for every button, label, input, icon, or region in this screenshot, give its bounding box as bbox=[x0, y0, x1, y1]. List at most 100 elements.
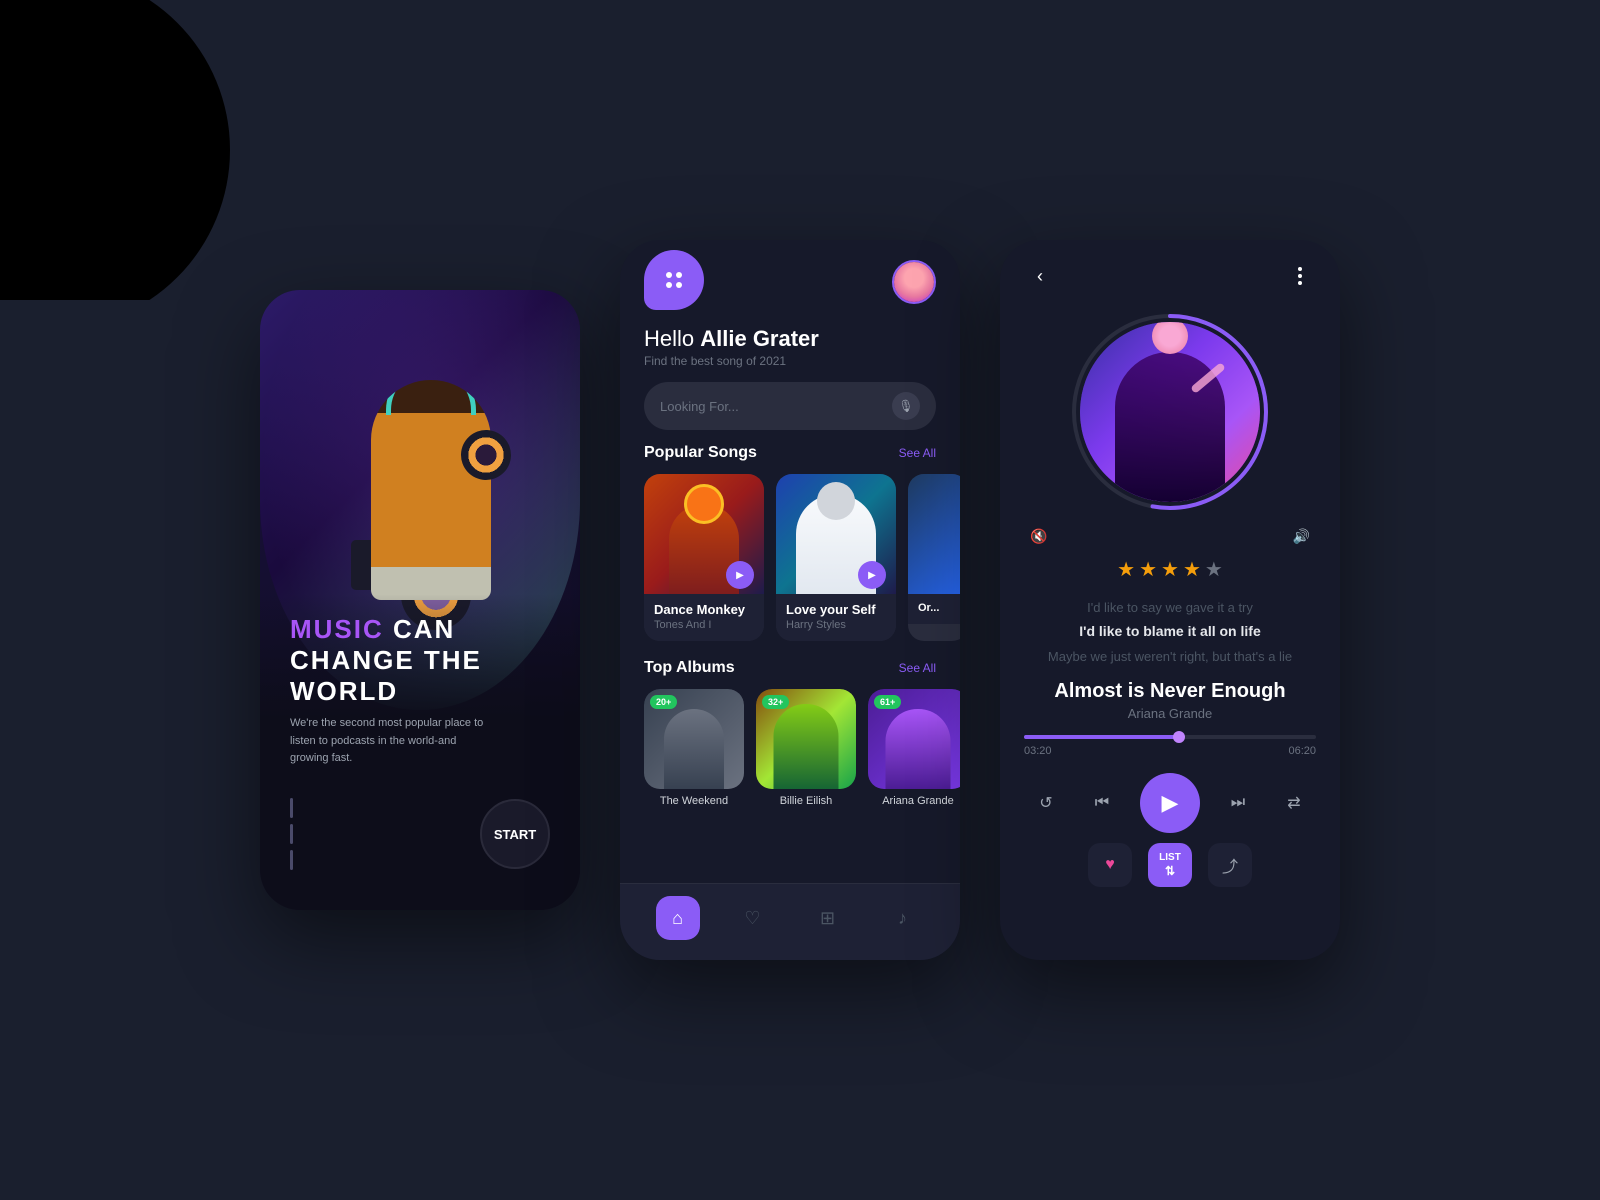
song-card-info-2: Love your Self Harry Styles bbox=[776, 594, 896, 641]
dot-2 bbox=[290, 824, 293, 844]
more-dot-2 bbox=[1298, 274, 1302, 278]
album-card-3[interactable]: 61+ Ariana Grande bbox=[868, 689, 960, 807]
logo-dot-2 bbox=[676, 272, 682, 278]
greeting-text: Hello Allie Grater bbox=[644, 326, 936, 352]
volume-controls: 🔇 🔊 bbox=[1000, 528, 1340, 545]
screen2: Hello Allie Grater Find the best song of… bbox=[620, 240, 960, 960]
greeting-prefix: Hello bbox=[644, 326, 700, 351]
pagination-dots bbox=[290, 798, 293, 870]
star-2: ★ bbox=[1139, 557, 1157, 582]
mic-icon[interactable]: 🎙 bbox=[892, 392, 920, 420]
popular-songs-header: Popular Songs See All bbox=[620, 444, 960, 462]
popular-songs-title: Popular Songs bbox=[644, 444, 757, 462]
user-avatar[interactable] bbox=[892, 260, 936, 304]
list-arrows-icon: ⇅ bbox=[1165, 864, 1175, 878]
album-img-1: 20+ bbox=[644, 689, 744, 789]
album-name-2: Billie Eilish bbox=[756, 795, 856, 807]
bottom-navigation: ⌂ ♡ ⊞ ♪ bbox=[620, 883, 960, 960]
user-name: Allie Grater bbox=[700, 326, 819, 351]
top-albums-header: Top Albums See All bbox=[620, 659, 960, 677]
screen1-content: MUSIC CAN CHANGE THE WORLD We're the sec… bbox=[260, 594, 580, 910]
album-card-2[interactable]: 32+ Billie Eilish bbox=[756, 689, 856, 807]
song-card-2[interactable]: ▶ Love your Self Harry Styles bbox=[776, 474, 896, 641]
album-img-3: 61+ bbox=[868, 689, 960, 789]
time-row: 03:20 06:20 bbox=[1000, 745, 1340, 757]
more-dot-1 bbox=[1298, 267, 1302, 271]
song-card-info-3: Or... bbox=[908, 594, 960, 624]
album-img-2: 32+ bbox=[756, 689, 856, 789]
next-button[interactable]: ⏭ bbox=[1220, 785, 1256, 821]
list-button[interactable]: LIST ⇅ bbox=[1148, 843, 1192, 887]
star-3: ★ bbox=[1161, 557, 1179, 582]
play-button-song-2[interactable]: ▶ bbox=[858, 561, 886, 589]
screen1-tagline: MUSIC CAN CHANGE THE WORLD bbox=[290, 614, 550, 707]
popular-songs-see-all[interactable]: See All bbox=[899, 446, 936, 460]
screen2-header bbox=[620, 240, 960, 310]
list-label: LIST bbox=[1159, 852, 1181, 863]
song-card-3[interactable]: Or... bbox=[908, 474, 960, 641]
shuffle-button[interactable]: ⇄ bbox=[1276, 785, 1312, 821]
top-albums-title: Top Albums bbox=[644, 659, 735, 677]
play-button-song-1[interactable]: ▶ bbox=[726, 561, 754, 589]
star-1: ★ bbox=[1117, 557, 1135, 582]
nav-favorites[interactable]: ♡ bbox=[731, 896, 775, 940]
avatar-image bbox=[894, 262, 934, 302]
track-info: Almost is Never Enough Ariana Grande bbox=[1000, 680, 1340, 721]
repeat-button[interactable]: ↺ bbox=[1028, 785, 1064, 821]
top-albums-see-all[interactable]: See All bbox=[899, 661, 936, 675]
more-options-button[interactable] bbox=[1284, 260, 1316, 292]
search-bar[interactable]: Looking For... 🎙 bbox=[644, 382, 936, 430]
lyric-line-2: I'd like to blame it all on life bbox=[1030, 619, 1310, 644]
progress-bar-container[interactable] bbox=[1000, 735, 1340, 739]
song-artist-2: Harry Styles bbox=[786, 619, 886, 631]
star-5: ★ bbox=[1205, 557, 1223, 582]
screen1-bottom: START bbox=[290, 798, 550, 870]
favorite-button[interactable]: ♥ bbox=[1088, 843, 1132, 887]
album-art bbox=[1080, 322, 1260, 502]
nav-home[interactable]: ⌂ bbox=[656, 896, 700, 940]
artist-image bbox=[1080, 322, 1260, 502]
album-badge-1: 20+ bbox=[650, 695, 677, 709]
dj-figure bbox=[321, 320, 541, 640]
album-badge-2: 32+ bbox=[762, 695, 789, 709]
prev-button[interactable]: ⏮ bbox=[1084, 785, 1120, 821]
songs-scroll: ▶ Dance Monkey Tones And I ▶ Love your S… bbox=[620, 474, 960, 641]
song-name-3: Or... bbox=[918, 602, 958, 614]
back-button[interactable]: ‹ bbox=[1024, 260, 1056, 292]
dot-1 bbox=[290, 798, 293, 818]
album-badge-3: 61+ bbox=[874, 695, 901, 709]
volume-off-icon[interactable]: 🔇 bbox=[1030, 528, 1047, 545]
album-name-3: Ariana Grande bbox=[868, 795, 960, 807]
progress-handle[interactable] bbox=[1173, 731, 1185, 743]
dot-3 bbox=[290, 850, 293, 870]
lyrics-display: I'd like to say we gave it a try I'd lik… bbox=[1000, 596, 1340, 668]
rating-stars: ★ ★ ★ ★ ★ bbox=[1000, 557, 1340, 582]
start-button[interactable]: START bbox=[480, 799, 550, 869]
app-logo bbox=[644, 250, 704, 310]
play-pause-button[interactable]: ▶ bbox=[1140, 773, 1200, 833]
logo-dot-3 bbox=[666, 282, 672, 288]
volume-on-icon[interactable]: 🔊 bbox=[1293, 528, 1310, 545]
nav-music[interactable]: ♪ bbox=[881, 896, 925, 940]
screen1-highlight: MUSIC bbox=[290, 614, 384, 644]
screen3-header: ‹ bbox=[1000, 240, 1340, 312]
main-controls: ↺ ⏮ ▶ ⏭ ⇄ bbox=[1000, 773, 1340, 833]
screen1: MUSIC CAN CHANGE THE WORLD We're the sec… bbox=[260, 290, 580, 910]
album-art-ring bbox=[1070, 312, 1270, 512]
screens-container: MUSIC CAN CHANGE THE WORLD We're the sec… bbox=[260, 240, 1340, 960]
greeting-subtitle: Find the best song of 2021 bbox=[644, 354, 936, 368]
search-placeholder: Looking For... bbox=[660, 399, 882, 414]
lyric-line-1: I'd like to say we gave it a try bbox=[1030, 596, 1310, 619]
screen1-subtitle: We're the second most popular place to l… bbox=[290, 715, 490, 768]
album-card-1[interactable]: 20+ The Weekend bbox=[644, 689, 744, 807]
logo-dot-1 bbox=[666, 272, 672, 278]
song-card-1[interactable]: ▶ Dance Monkey Tones And I bbox=[644, 474, 764, 641]
extra-controls: ♥ LIST ⇅ ⤴ bbox=[1000, 843, 1340, 907]
progress-bar-track[interactable] bbox=[1024, 735, 1316, 739]
album-name-1: The Weekend bbox=[644, 795, 744, 807]
albums-scroll: 20+ The Weekend 32+ Billie Eilish bbox=[620, 689, 960, 807]
song-card-img-3 bbox=[908, 474, 960, 594]
share-button[interactable]: ⤴ bbox=[1208, 843, 1252, 887]
track-artist: Ariana Grande bbox=[1020, 706, 1320, 721]
nav-browse[interactable]: ⊞ bbox=[806, 896, 850, 940]
